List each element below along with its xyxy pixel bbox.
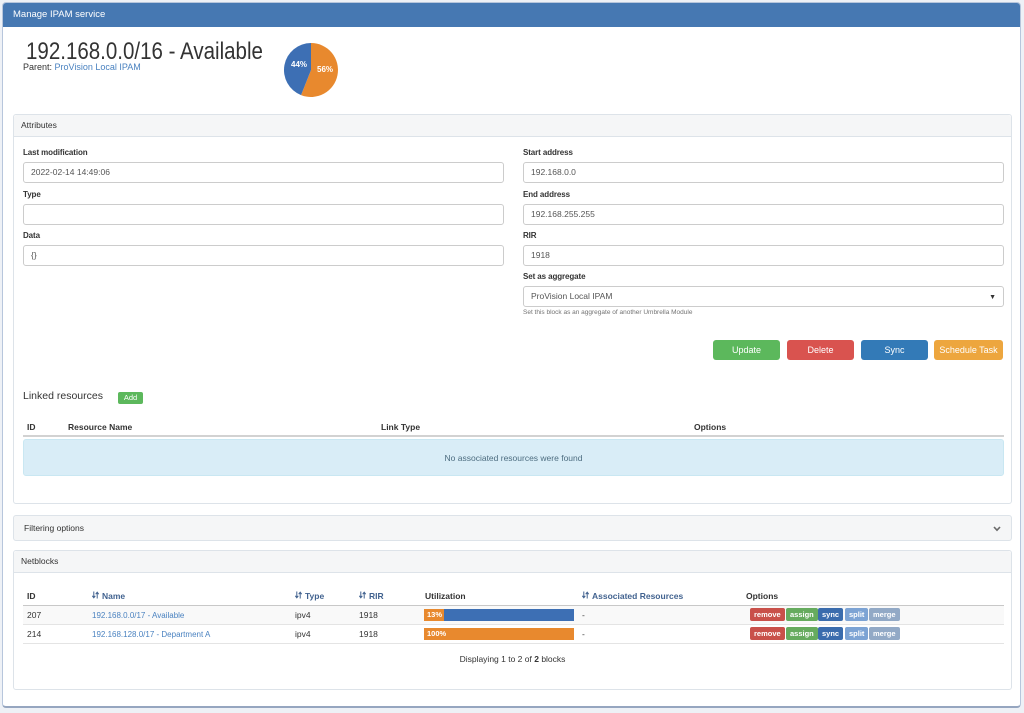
svg-text:44%: 44% — [291, 60, 307, 69]
svg-text:56%: 56% — [317, 65, 333, 74]
